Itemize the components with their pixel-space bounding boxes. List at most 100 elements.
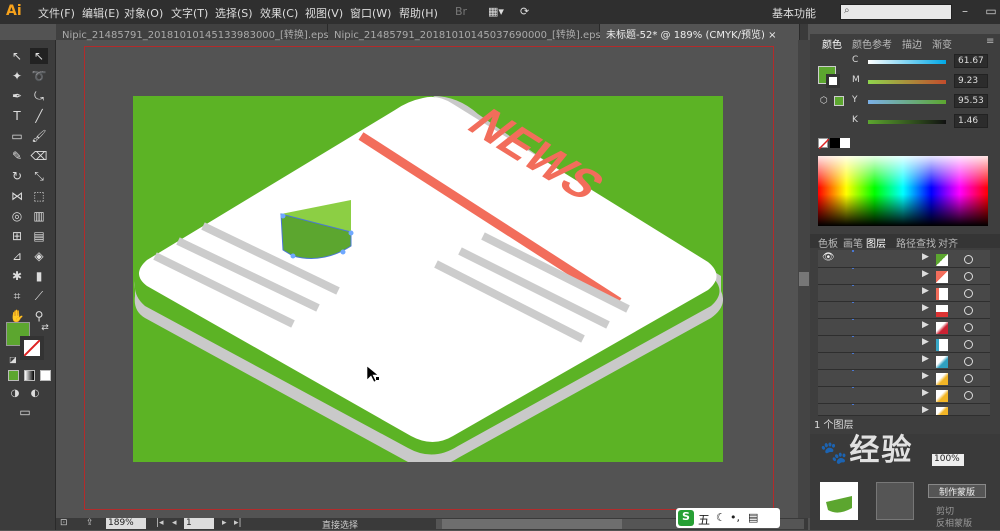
target-icon[interactable] <box>964 289 973 298</box>
eyedropper-icon[interactable]: ⊿ <box>8 248 26 264</box>
eraser-icon[interactable]: ⌫ <box>30 148 48 164</box>
last-page-icon[interactable]: ▸| <box>234 518 242 528</box>
tab-color-guide[interactable]: 颜色参考 <box>852 36 892 51</box>
gpu-icon[interactable]: ⟳ <box>520 5 529 18</box>
target-icon[interactable] <box>964 255 973 264</box>
minimize-icon[interactable]: – <box>958 4 972 18</box>
target-icon[interactable] <box>964 374 973 383</box>
object-thumbnail[interactable] <box>820 482 858 520</box>
stroke-swatch[interactable] <box>20 336 44 360</box>
artboard-nav-icon[interactable]: ⊡ <box>60 518 68 528</box>
invert-mask-checkbox-label[interactable]: 反相蒙版 <box>936 516 972 529</box>
layer-row[interactable]: ▶ <box>818 269 990 285</box>
panel-menu-icon[interactable]: ≡ <box>986 36 994 47</box>
gradient-mode-icon[interactable] <box>24 370 35 381</box>
color-stroke-swatch[interactable] <box>826 74 840 88</box>
target-icon[interactable] <box>964 391 973 400</box>
expand-icon[interactable]: ▶ <box>922 388 929 398</box>
rotate-icon[interactable]: ↻ <box>8 168 26 184</box>
menu-object[interactable]: 对象(O) <box>124 5 163 21</box>
symbol-sprayer-icon[interactable]: ✱ <box>8 268 26 284</box>
mask-thumbnail[interactable] <box>876 482 914 520</box>
screen-mode-icon[interactable]: ▭ <box>16 404 34 420</box>
target-icon[interactable] <box>964 357 973 366</box>
layer-row[interactable]: ▶ <box>818 388 990 404</box>
draw-mode-icon[interactable]: ◑ <box>6 386 24 402</box>
column-graph-icon[interactable]: ▮ <box>30 268 48 284</box>
tab-document-3[interactable]: 未标题-52* @ 189% (CMYK/预览) × <box>600 24 800 41</box>
color-spectrum[interactable] <box>818 156 988 226</box>
anchor-point[interactable] <box>290 253 296 259</box>
layer-row[interactable]: ▶ <box>818 371 990 387</box>
none-mode-icon[interactable] <box>40 370 51 381</box>
vertical-scrollbar[interactable] <box>798 40 810 518</box>
default-colors-icon[interactable]: ◪ <box>4 352 22 368</box>
menu-type[interactable]: 文字(T) <box>171 5 208 21</box>
slider-track[interactable] <box>868 60 946 64</box>
slider-black[interactable]: K 1.46 <box>850 114 1000 130</box>
target-icon[interactable] <box>964 323 973 332</box>
slider-track[interactable] <box>868 100 946 104</box>
keyboard-icon[interactable]: ▤ <box>748 511 758 524</box>
layer-row[interactable]: ▶ <box>818 405 990 416</box>
layer-row[interactable]: 👁 ▶ <box>818 252 990 268</box>
arrange-documents-icon[interactable]: ▦▾ <box>488 5 504 18</box>
line-tool-icon[interactable]: ╱ <box>30 108 48 124</box>
ime-mode[interactable]: 五 <box>698 511 710 528</box>
expand-icon[interactable]: ▶ <box>922 371 929 381</box>
prev-page-icon[interactable]: ◂ <box>172 518 177 528</box>
moon-icon[interactable]: ☾ <box>716 511 726 524</box>
maximize-icon[interactable]: ▭ <box>984 4 998 18</box>
target-icon[interactable] <box>964 306 973 315</box>
expand-icon[interactable]: ▶ <box>922 405 929 415</box>
expand-icon[interactable]: ▶ <box>922 269 929 279</box>
tab-color[interactable]: 颜色 <box>822 36 842 51</box>
tab-align[interactable]: 对齐 <box>938 235 958 250</box>
expand-icon[interactable]: ▶ <box>922 303 929 313</box>
scroll-thumb[interactable] <box>799 272 809 286</box>
white-swatch[interactable] <box>840 138 850 148</box>
blend-icon[interactable]: ◈ <box>30 248 48 264</box>
draw-behind-icon[interactable]: ◐ <box>26 386 44 402</box>
selection-tool-icon[interactable]: ↖ <box>8 48 26 64</box>
menu-window[interactable]: 窗口(W) <box>350 5 391 21</box>
slider-track[interactable] <box>868 120 946 124</box>
slice-icon[interactable]: ⟋ <box>30 288 48 304</box>
gradient-icon[interactable]: ▤ <box>30 228 48 244</box>
zoom-select[interactable]: 189% <box>106 518 146 529</box>
scroll-thumb[interactable] <box>442 519 622 529</box>
artboard-icon[interactable]: ⌗ <box>8 288 26 304</box>
width-tool-icon[interactable]: ⋈ <box>8 188 26 204</box>
tab-gradient[interactable]: 渐变 <box>932 36 952 51</box>
punctuation-icon[interactable]: •, <box>730 511 740 524</box>
expand-icon[interactable]: ▶ <box>922 252 929 262</box>
rectangle-tool-icon[interactable]: ▭ <box>8 128 26 144</box>
slider-yellow[interactable]: Y 95.53 <box>850 94 1000 110</box>
make-mask-button[interactable]: 制作蒙版 <box>928 484 986 498</box>
lasso-icon[interactable]: ➰ <box>30 68 48 84</box>
expand-icon[interactable]: ▶ <box>922 286 929 296</box>
direct-selection-tool-icon[interactable]: ↖ <box>30 48 48 64</box>
next-page-icon[interactable]: ▸ <box>222 518 227 528</box>
page-select[interactable]: 1 <box>184 518 214 529</box>
slider-cyan[interactable]: C 61.67 <box>850 54 1000 70</box>
slider-magenta[interactable]: M 9.23 <box>850 74 1000 90</box>
layer-row[interactable]: ▶ <box>818 337 990 353</box>
curvature-tool-icon[interactable]: ⤿ <box>30 88 48 104</box>
cyan-value-input[interactable]: 61.67 <box>954 54 988 68</box>
free-transform-icon[interactable]: ⬚ <box>30 188 48 204</box>
first-page-icon[interactable]: |◂ <box>156 518 164 528</box>
pencil-icon[interactable]: ✎ <box>8 148 26 164</box>
ime-logo-icon[interactable]: S <box>678 510 694 526</box>
export-icon[interactable]: ⇪ <box>86 518 94 528</box>
yellow-value-input[interactable]: 95.53 <box>954 94 988 108</box>
paintbrush-icon[interactable]: 🖌 <box>30 128 48 144</box>
shape-builder-icon[interactable]: ◎ <box>8 208 26 224</box>
pen-tool-icon[interactable]: ✒ <box>8 88 26 104</box>
none-swatch[interactable] <box>818 138 829 149</box>
type-tool-icon[interactable]: T <box>8 108 26 124</box>
search-input[interactable]: ⌕ <box>840 4 952 20</box>
slider-track[interactable] <box>868 80 946 84</box>
black-swatch[interactable] <box>830 138 840 148</box>
tab-pathfinder[interactable]: 路径查找 <box>896 235 936 250</box>
